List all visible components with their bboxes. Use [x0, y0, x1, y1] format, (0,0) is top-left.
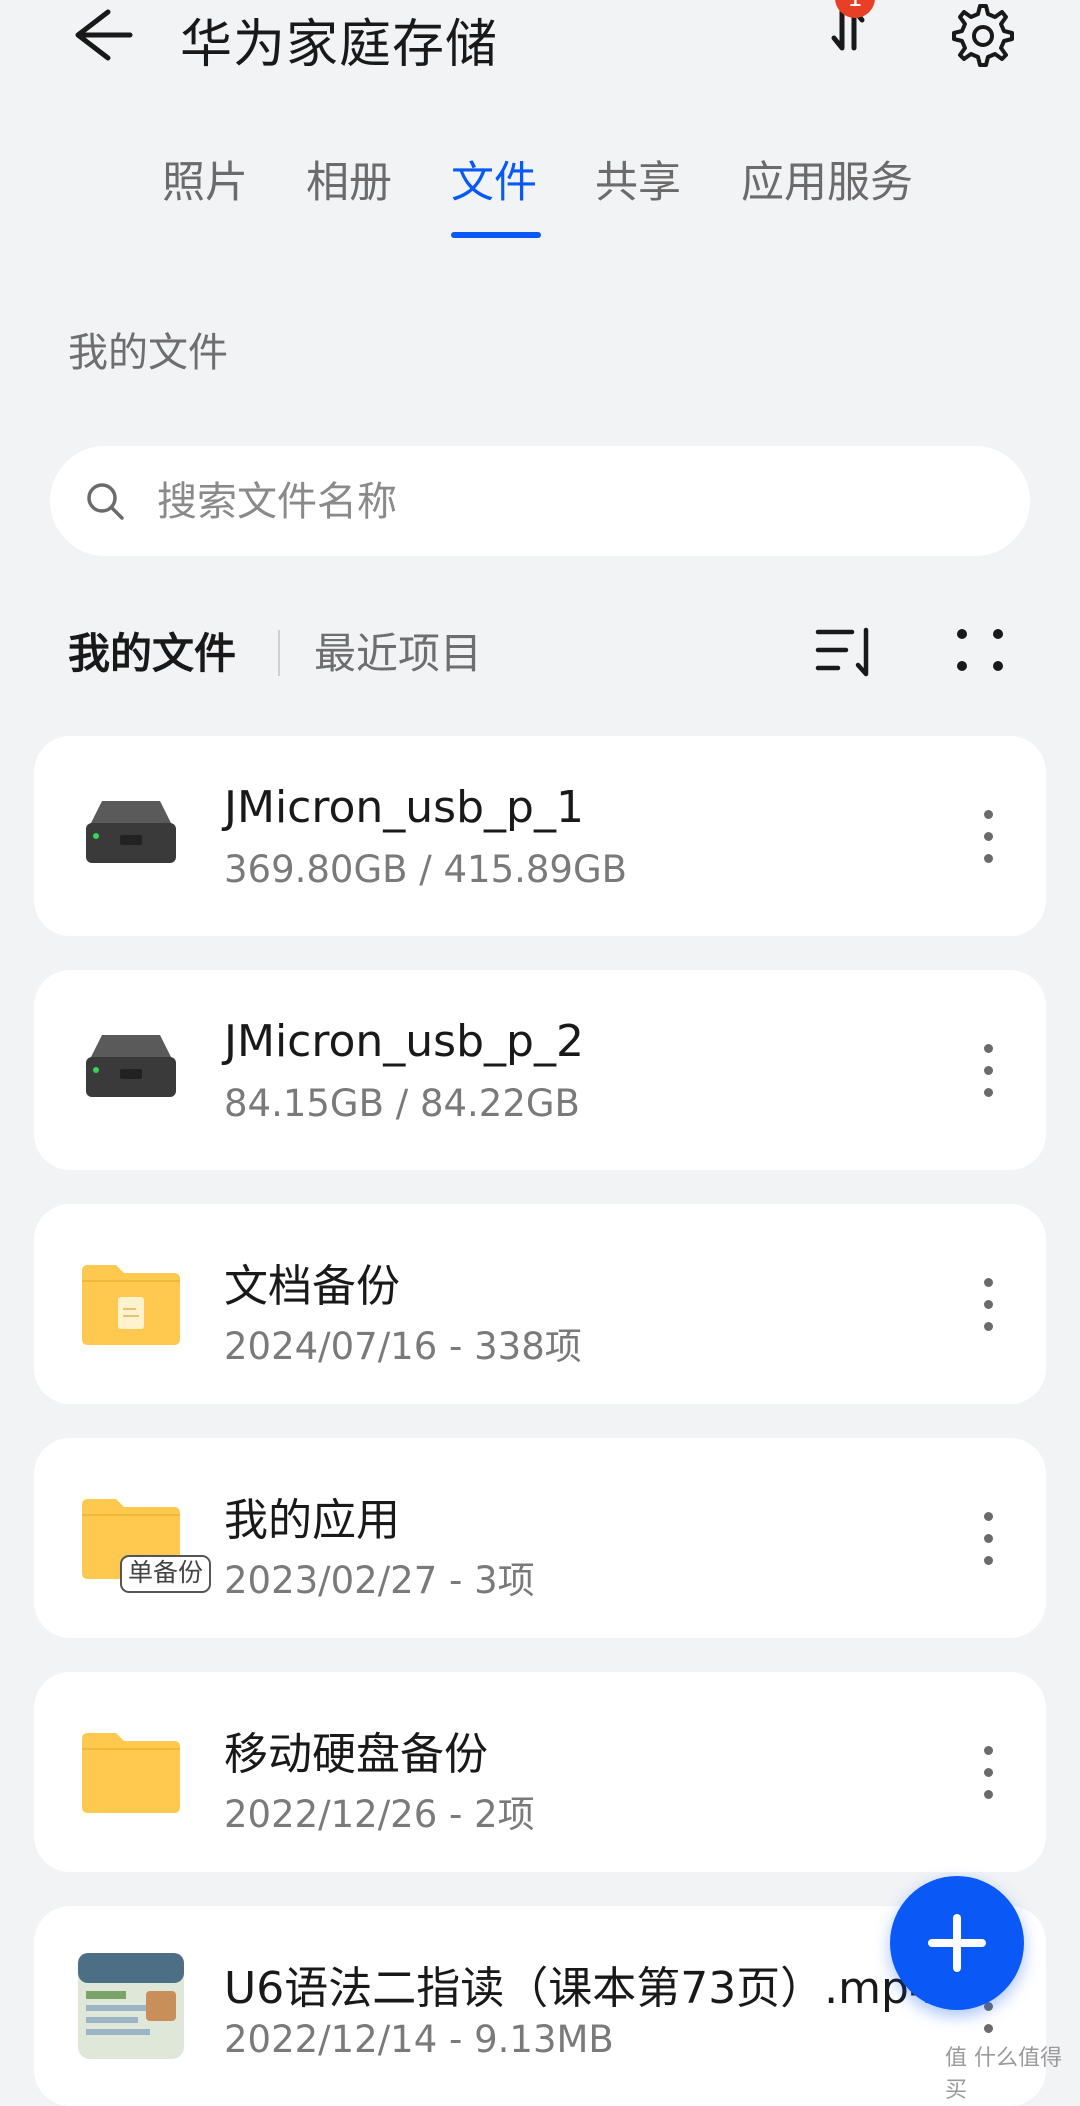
subtab-recent-items[interactable]: 最近项目: [314, 620, 482, 681]
arrow-left-icon: [75, 9, 133, 61]
hard-drive-icon: [86, 801, 176, 863]
file-name: JMicron_usb_p_2: [224, 1016, 584, 1067]
file-item-folder-docs[interactable]: 文档备份 2024/07/16 - 338项: [34, 1204, 1046, 1404]
more-dot: [984, 1512, 993, 1521]
folder-icon: [82, 1733, 180, 1813]
back-button[interactable]: [60, 0, 140, 70]
more-dot: [984, 1088, 993, 1097]
more-dot: [984, 810, 993, 819]
more-dot: [984, 1278, 993, 1287]
more-dot: [984, 1066, 993, 1075]
more-options-button[interactable]: [974, 1508, 1004, 1568]
tab-app-services[interactable]: 应用服务: [741, 148, 913, 210]
more-options-button[interactable]: [974, 806, 1004, 866]
more-dot: [984, 1790, 993, 1799]
search-input[interactable]: [155, 446, 979, 558]
file-item-drive-2[interactable]: JMicron_usb_p_2 84.15GB / 84.22GB: [34, 970, 1046, 1170]
search-bar[interactable]: [50, 446, 1030, 558]
more-options-button[interactable]: [974, 1742, 1004, 1802]
watermark: 值 什么值得买: [945, 2046, 1062, 2103]
file-meta: 369.80GB / 415.89GB: [224, 848, 628, 891]
tab-shared[interactable]: 共享: [595, 148, 681, 210]
main-tabs: 照片 相册 文件 共享 应用服务: [0, 140, 1080, 240]
more-dot: [984, 1044, 993, 1053]
tab-photos[interactable]: 照片: [162, 148, 248, 210]
subtab-my-files[interactable]: 我的文件: [68, 620, 236, 681]
search-icon: [87, 483, 124, 520]
sort-button[interactable]: [810, 622, 880, 682]
file-name: 移动硬盘备份: [224, 1729, 488, 1780]
video-thumbnail-icon: [78, 1953, 184, 2059]
more-options-button[interactable]: [974, 1040, 1004, 1100]
more-dot: [984, 1322, 993, 1331]
active-tab-indicator: [451, 232, 541, 238]
document-folder-icon: [82, 1265, 180, 1345]
sort-icon: [815, 627, 869, 677]
more-dot: [984, 1300, 993, 1309]
file-item-drive-1[interactable]: JMicron_usb_p_1 369.80GB / 415.89GB: [34, 736, 1046, 936]
more-dot: [984, 854, 993, 863]
file-name: 文档备份: [224, 1261, 400, 1312]
file-name: 我的应用: [224, 1495, 400, 1546]
file-meta: 2024/07/16 - 338项: [224, 1325, 582, 1368]
more-options-button[interactable]: [974, 1274, 1004, 1334]
tab-files[interactable]: 文件: [451, 148, 537, 210]
single-backup-badge: 单备份: [120, 1555, 212, 1593]
add-button[interactable]: [890, 1876, 1024, 2010]
view-mode-button[interactable]: [950, 622, 1010, 682]
subtab-divider: [278, 630, 280, 676]
more-dot: [984, 2024, 993, 2033]
file-name: JMicron_usb_p_1: [224, 782, 584, 833]
plus-icon-vertical: [953, 1914, 961, 1972]
file-meta: 2023/02/27 - 3项: [224, 1559, 535, 1602]
file-name: U6语法二指读（课本第73页）.mp4: [224, 1963, 937, 2014]
more-dot: [984, 1556, 993, 1565]
file-subtabs: 我的文件 最近项目: [0, 620, 1080, 700]
more-dot: [984, 832, 993, 841]
file-meta: 2022/12/26 - 2项: [224, 1793, 535, 1836]
grid-view-icon: [957, 629, 1003, 671]
hard-drive-icon: [86, 1035, 176, 1097]
settings-button[interactable]: [945, 0, 1015, 70]
file-item-folder-drive-backup[interactable]: 移动硬盘备份 2022/12/26 - 2项: [34, 1672, 1046, 1872]
gear-icon: [952, 4, 1014, 67]
section-title: 我的文件: [68, 330, 228, 376]
file-item-folder-apps[interactable]: 单备份 我的应用 2023/02/27 - 3项: [34, 1438, 1046, 1638]
tab-albums[interactable]: 相册: [306, 148, 392, 210]
file-meta: 84.15GB / 84.22GB: [224, 1082, 580, 1125]
more-dot: [984, 1746, 993, 1755]
more-dot: [984, 1768, 993, 1777]
file-meta: 2022/12/14 - 9.13MB: [224, 2018, 614, 2061]
page-title: 华为家庭存储: [180, 15, 499, 75]
more-dot: [984, 1534, 993, 1543]
app-header: 华为家庭存储 1: [0, 0, 1080, 80]
